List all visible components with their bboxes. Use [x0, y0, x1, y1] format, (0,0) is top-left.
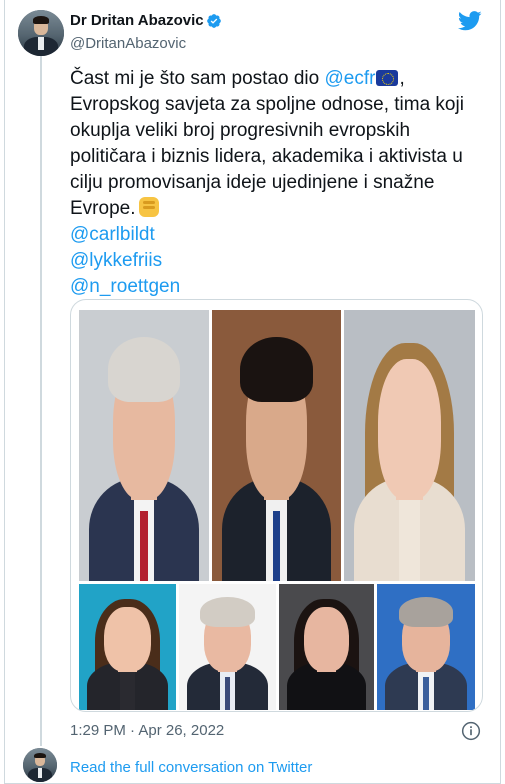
photo-shirt	[119, 672, 136, 710]
photo-hair	[398, 596, 454, 627]
portrait-1	[79, 310, 209, 581]
photo-face	[104, 606, 151, 673]
tweet-timestamp[interactable]: 1:29 PM · Apr 26, 2022	[70, 722, 224, 739]
tweet-text: Čast mi je što sam postao dio @ecfr, Evr…	[70, 66, 490, 300]
photo-face	[378, 358, 441, 500]
mention-n-roettgen[interactable]: @n_roettgen	[70, 274, 490, 300]
photo-face	[303, 606, 350, 673]
mention-carlbildt[interactable]: @carlbildt	[70, 222, 490, 248]
tweet-line: političara i biznis lidera, akademika i …	[70, 146, 463, 167]
author-avatar[interactable]	[18, 10, 64, 56]
photo-shirt	[399, 499, 420, 581]
info-icon[interactable]	[461, 721, 481, 741]
verified-badge-icon	[207, 14, 221, 28]
tweet-text-segment: ,	[399, 68, 405, 89]
photo-hair	[200, 596, 255, 627]
raised-fist-icon	[139, 197, 160, 217]
thread-line	[40, 56, 42, 746]
author-handle[interactable]: @DritanAbazovic	[70, 35, 186, 52]
author-name[interactable]: Dr Dritan Abazovic	[70, 12, 204, 29]
mention-ecfr[interactable]: @ecfr	[325, 68, 376, 89]
portrait-6	[279, 584, 374, 710]
photo-tie	[224, 677, 231, 710]
mention-lykkefriis[interactable]: @lykkefriis	[70, 248, 490, 274]
portrait-4	[79, 584, 176, 710]
photo-hair	[240, 337, 313, 403]
eu-flag-icon	[376, 70, 399, 86]
tweet-line: Evropskog savjeta za spoljne odnose, tim…	[70, 94, 464, 115]
reply-avatar[interactable]	[23, 748, 57, 782]
portrait-3	[344, 310, 475, 581]
tweet-line: okuplja veliki broj progresivnih evropsk…	[70, 120, 411, 141]
tweet-line: cilju promovisanja ideje ujedinjene i sn…	[70, 172, 435, 193]
portrait-2	[212, 310, 341, 581]
photo-tie	[423, 677, 429, 710]
photo-hair	[107, 337, 181, 403]
photo-shirt	[318, 672, 335, 710]
photo-tie	[272, 510, 281, 581]
portrait-5	[179, 584, 276, 710]
photo-tie	[140, 510, 148, 581]
portrait-7	[377, 584, 475, 710]
tweet-media-image[interactable]	[70, 299, 483, 712]
read-full-conversation-link[interactable]: Read the full conversation on Twitter	[70, 759, 312, 776]
tweet-text-segment: Čast mi je što sam postao dio	[70, 68, 325, 89]
tweet-text-segment: Evrope.	[70, 198, 136, 219]
tweet-line: Evrope.	[70, 196, 490, 222]
tweet-line: Čast mi je što sam postao dio @ecfr,	[70, 66, 490, 92]
twitter-bird-icon[interactable]	[458, 11, 482, 31]
